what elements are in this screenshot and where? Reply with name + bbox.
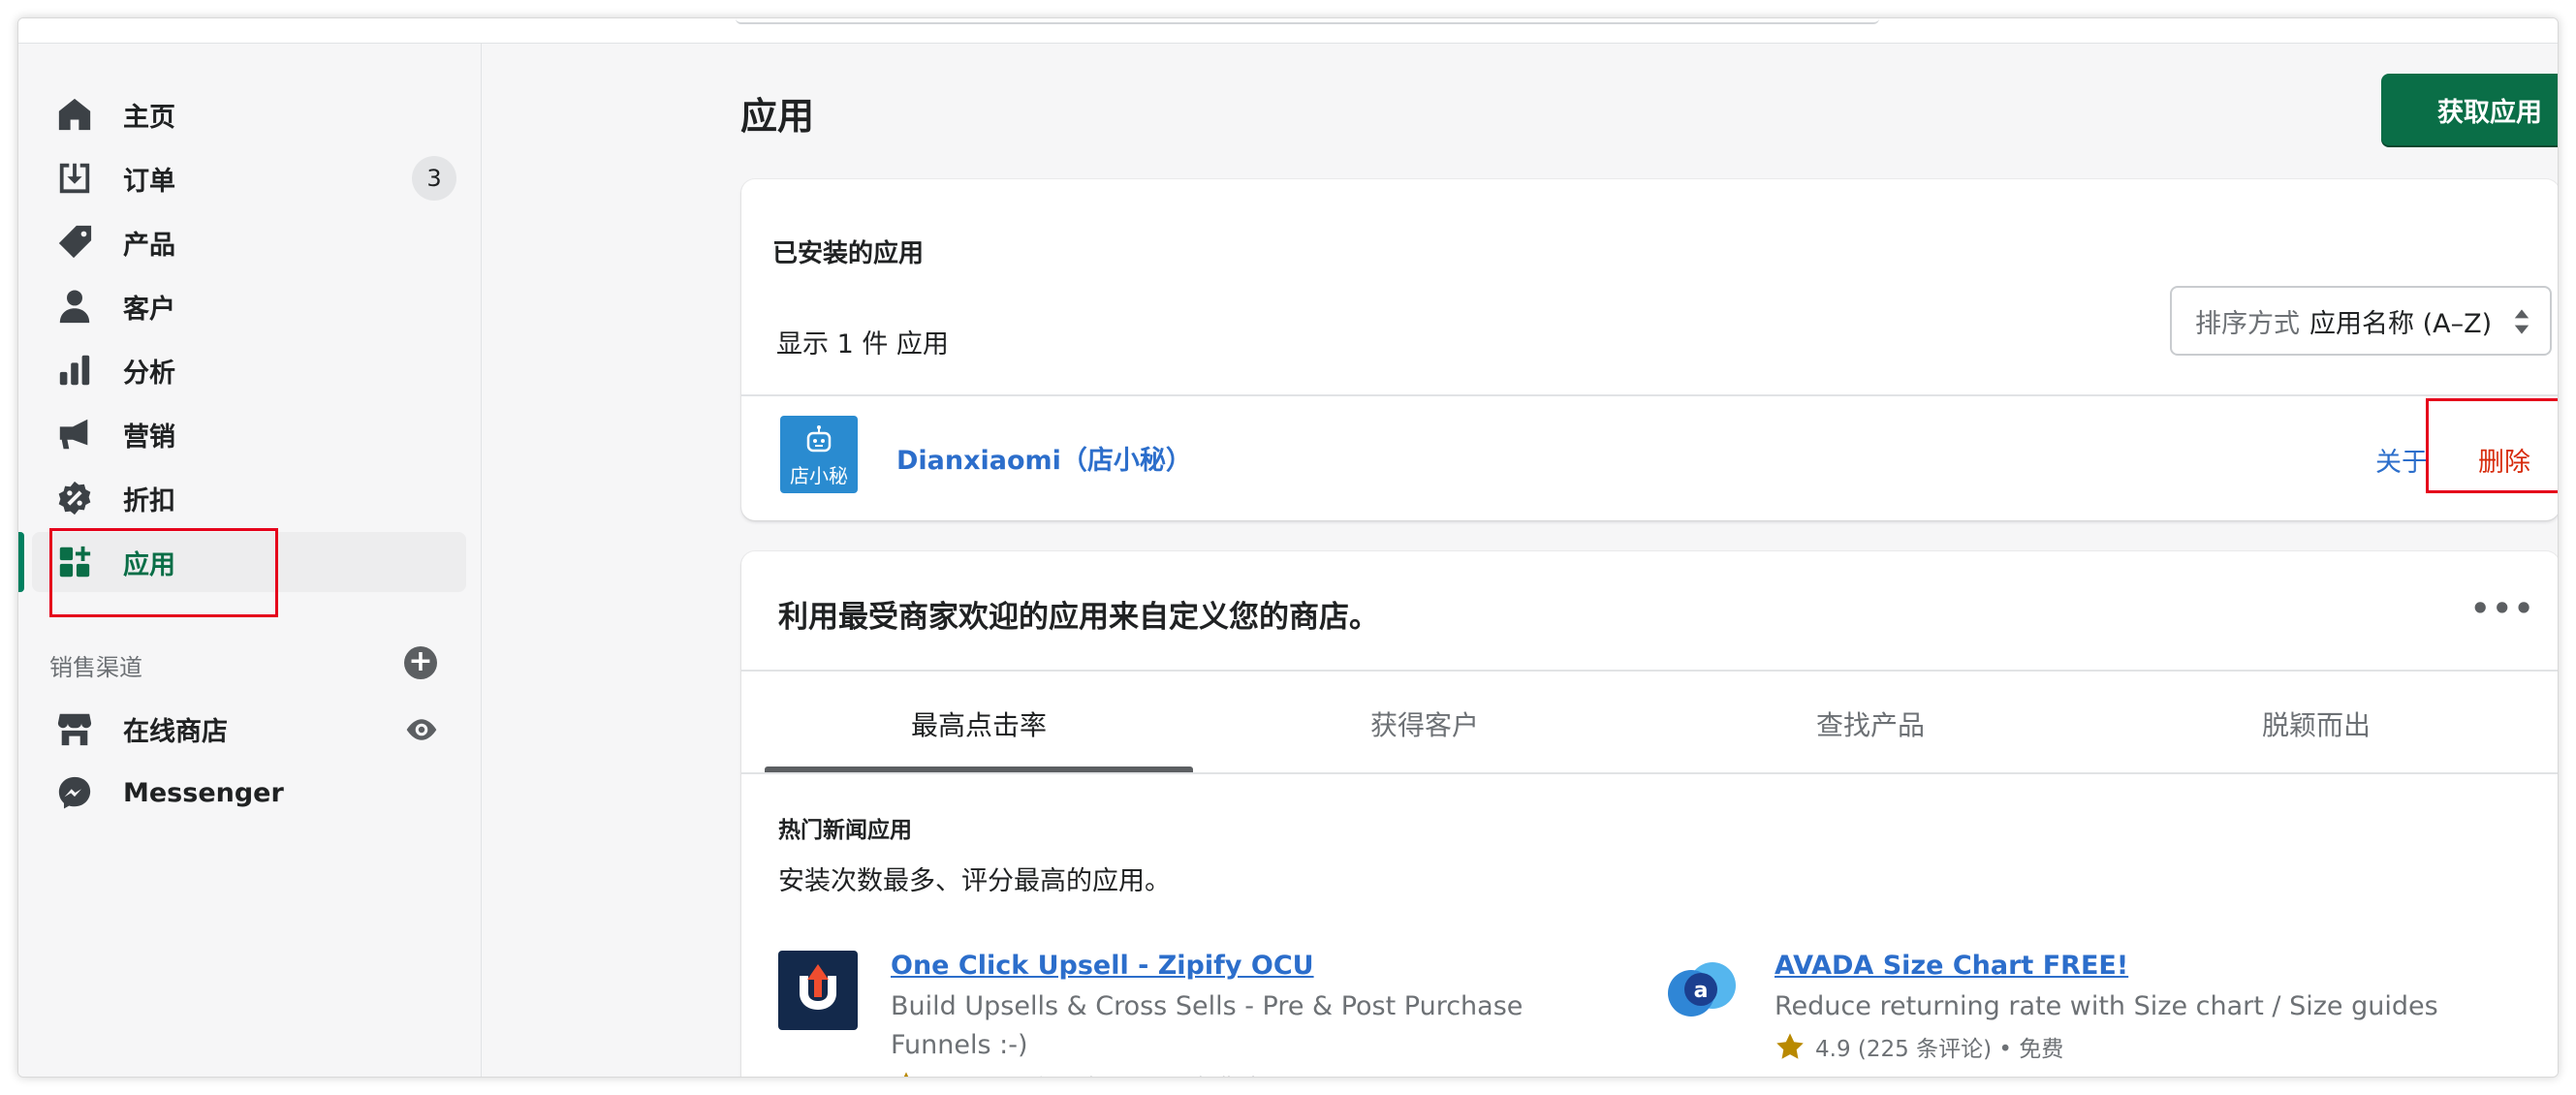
sidebar-item-label: 主页: [123, 102, 175, 133]
sidebar-item-label: 在线商店: [123, 716, 228, 747]
sidebar: 主页 订单 3 产品 客户 分析 营销 折扣 应用 销售渠道 + 在线商店 Me…: [18, 44, 482, 1077]
zipify-app-icon[interactable]: [778, 951, 858, 1030]
page-title: 应用: [740, 95, 815, 138]
sidebar-item-label: 产品: [123, 230, 175, 261]
messenger-icon: [55, 773, 94, 812]
star-icon: [1776, 1033, 1804, 1059]
dianxiaomi-app-icon[interactable]: 店小秘: [780, 416, 858, 493]
sort-select[interactable]: 排序方式 应用名称 (A–Z): [2170, 286, 2552, 356]
divider: [741, 772, 2558, 774]
app-title-zipify[interactable]: One Click Upsell ‑ Zipify OCU: [891, 951, 1314, 981]
sales-channels-label: 销售渠道: [49, 654, 142, 681]
svg-text:a: a: [1694, 979, 1709, 1003]
installed-count-text: 显示 1 件 应用: [776, 329, 949, 360]
rating-text: 4.7 (118 条评论) • 30 天免费试用: [931, 1069, 1282, 1077]
discount-icon: [55, 479, 94, 517]
select-arrows-icon: [2514, 309, 2529, 334]
get-apps-button[interactable]: 获取应用: [2381, 74, 2558, 145]
active-indicator: [18, 532, 24, 592]
tab-stand-out[interactable]: 脱颖而出: [2102, 704, 2530, 772]
add-sales-channel-icon[interactable]: +: [404, 646, 437, 679]
sort-prefix: 排序方式: [2195, 308, 2300, 339]
home-icon: [55, 95, 94, 134]
browser-frame: 主页 订单 3 产品 客户 分析 营销 折扣 应用 销售渠道 + 在线商店 Me…: [17, 17, 2559, 1078]
sidebar-item-label: 折扣: [123, 485, 175, 516]
divider: [741, 670, 2558, 672]
app-rating-zipify: 4.7 (118 条评论) • 30 天免费试用: [891, 1069, 1282, 1077]
app-icon-text: 店小秘: [790, 464, 848, 487]
sidebar-item-label: Messenger: [123, 777, 284, 808]
orders-icon: [55, 159, 94, 198]
sidebar-item-home[interactable]: 主页: [32, 84, 466, 144]
section-description: 安装次数最多、评分最高的应用。: [778, 866, 1171, 896]
sidebar-item-online-store[interactable]: 在线商店: [32, 699, 466, 759]
sidebar-item-label: 订单: [123, 166, 175, 197]
tab-get-customers[interactable]: 获得客户: [1210, 704, 1639, 772]
sidebar-item-orders[interactable]: 订单 3: [32, 148, 466, 208]
tag-icon: [55, 223, 94, 262]
tab-find-products[interactable]: 查找产品: [1656, 704, 2085, 772]
person-icon: [55, 287, 94, 326]
sidebar-item-analytics[interactable]: 分析: [32, 340, 466, 400]
app-desc-avada: Reduce returning rate with Size chart / …: [1775, 987, 2438, 1026]
highlight-apps-box: [49, 528, 278, 617]
tab-top-clicks[interactable]: 最高点击率: [765, 704, 1193, 772]
bar-chart-icon: [55, 351, 94, 390]
search-bar-edge[interactable]: [736, 18, 1879, 24]
highlight-delete-box: [2426, 398, 2558, 493]
rating-text: 4.9 (225 条评论) • 免费: [1815, 1037, 2064, 1062]
featured-title: 利用最受商家欢迎的应用来自定义您的商店。: [778, 600, 1379, 635]
installed-app-name[interactable]: Dianxiaomi（店小秘）: [896, 439, 1192, 477]
robot-icon: [806, 425, 832, 453]
featured-apps-card: 利用最受商家欢迎的应用来自定义您的商店。 ••• 最高点击率 获得客户 查找产品…: [741, 551, 2558, 1077]
sidebar-item-label: 营销: [123, 422, 175, 453]
app-rating-avada: 4.9 (225 条评论) • 免费: [1775, 1030, 2063, 1063]
installed-apps-card: 已安装的应用 显示 1 件 应用 排序方式 应用名称 (A–Z) 店小秘 Dia…: [741, 179, 2558, 520]
app-desc-zipify: Build Upsells & Cross Sells - Pre & Post…: [891, 987, 1523, 1065]
sidebar-item-marketing[interactable]: 营销: [32, 404, 466, 464]
section-title: 热门新闻应用: [778, 818, 912, 843]
more-actions-icon[interactable]: •••: [2470, 590, 2533, 627]
divider: [741, 394, 2558, 396]
app-title-avada[interactable]: AVADA Size Chart FREE!: [1775, 951, 2128, 981]
view-store-eye-icon[interactable]: [404, 712, 439, 747]
sidebar-item-label: 分析: [123, 358, 175, 389]
megaphone-icon: [55, 415, 94, 454]
sidebar-item-customers[interactable]: 客户: [32, 276, 466, 336]
top-bar: [18, 18, 2558, 44]
installed-apps-title: 已安装的应用: [772, 239, 925, 268]
app-desc-line: Reduce returning rate with Size chart / …: [1775, 991, 2438, 1021]
store-icon: [55, 709, 94, 748]
app-desc-line: Funnels :-): [891, 1030, 1028, 1060]
sidebar-item-label: 客户: [123, 294, 175, 325]
sidebar-item-discounts[interactable]: 折扣: [32, 468, 466, 528]
orders-count-badge: 3: [412, 156, 456, 201]
sidebar-item-messenger[interactable]: Messenger: [32, 763, 466, 823]
app-desc-line: Build Upsells & Cross Sells - Pre & Post…: [891, 991, 1524, 1021]
about-link[interactable]: 关于: [2375, 441, 2428, 479]
avada-app-icon[interactable]: a: [1662, 951, 1742, 1030]
sort-value: 应用名称 (A–Z): [2309, 308, 2493, 339]
sidebar-item-products[interactable]: 产品: [32, 212, 466, 272]
star-icon: [903, 1072, 909, 1077]
